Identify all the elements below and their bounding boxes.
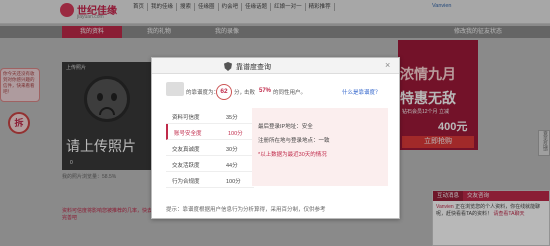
score-row-label: 资料可信度	[172, 115, 200, 121]
what-is-reliability-link[interactable]: 什么是靠谱度？	[342, 88, 381, 96]
beat-value: 57%	[259, 88, 272, 94]
score-row-label: 行为合规度	[172, 179, 200, 185]
dialog-title: 靠谱度查询	[236, 64, 271, 71]
detail-ip: 最后登录IP地址：安全	[258, 124, 313, 130]
score-row-label: 交友活跃度	[172, 163, 200, 169]
score-row-value: 44分	[226, 163, 238, 169]
avatar	[166, 82, 184, 96]
score-row-value: 30分	[226, 147, 238, 153]
detail-note: *以上数据为最近30天的情况	[258, 152, 327, 158]
score-detail-panel: 最后登录IP地址：安全 注册所在地与登录地点：一致 *以上数据为最近30天的情况	[252, 108, 388, 186]
beat-label: 击败	[244, 90, 256, 96]
score-row-label: 账号安全度	[174, 131, 202, 137]
score-row-profile[interactable]: 资料可信度 35分	[166, 108, 254, 124]
score-row-label: 交友真诚度	[172, 147, 200, 153]
score-list: 资料可信度 35分 账号安全度 100分 交友真诚度 30分 交友活跃度 44分…	[166, 108, 254, 188]
dialog-header: 靠谱度查询 ×	[152, 58, 399, 74]
dialog-tip: 提示：靠谱度根据用户信息行为分析算得，采用百分制，仅供参考	[166, 207, 326, 213]
score-row-value: 100分	[228, 131, 243, 137]
detail-location: 注册所在地与登录地点：一致	[258, 138, 330, 144]
close-icon[interactable]: ×	[385, 61, 390, 70]
score-row-compliance[interactable]: 行为合规度 100分	[166, 172, 254, 188]
shield-icon	[224, 62, 232, 71]
score-row-value: 100分	[226, 179, 241, 185]
score-value: 62	[216, 84, 232, 100]
beat-suffix: 的同性用户。	[273, 90, 307, 96]
score-row-account[interactable]: 账号安全度 100分	[166, 124, 254, 140]
score-row-activity[interactable]: 交友活跃度 44分	[166, 156, 254, 172]
score-row-sincerity[interactable]: 交友真诚度 30分	[166, 140, 254, 156]
score-row-value: 35分	[226, 115, 238, 121]
reliability-dialog: 靠谱度查询 × 的靠谱度为： 62 分， 击败 57% 的同性用户。 什么是靠谱…	[151, 57, 400, 219]
score-label: 的靠谱度为：	[186, 90, 220, 96]
